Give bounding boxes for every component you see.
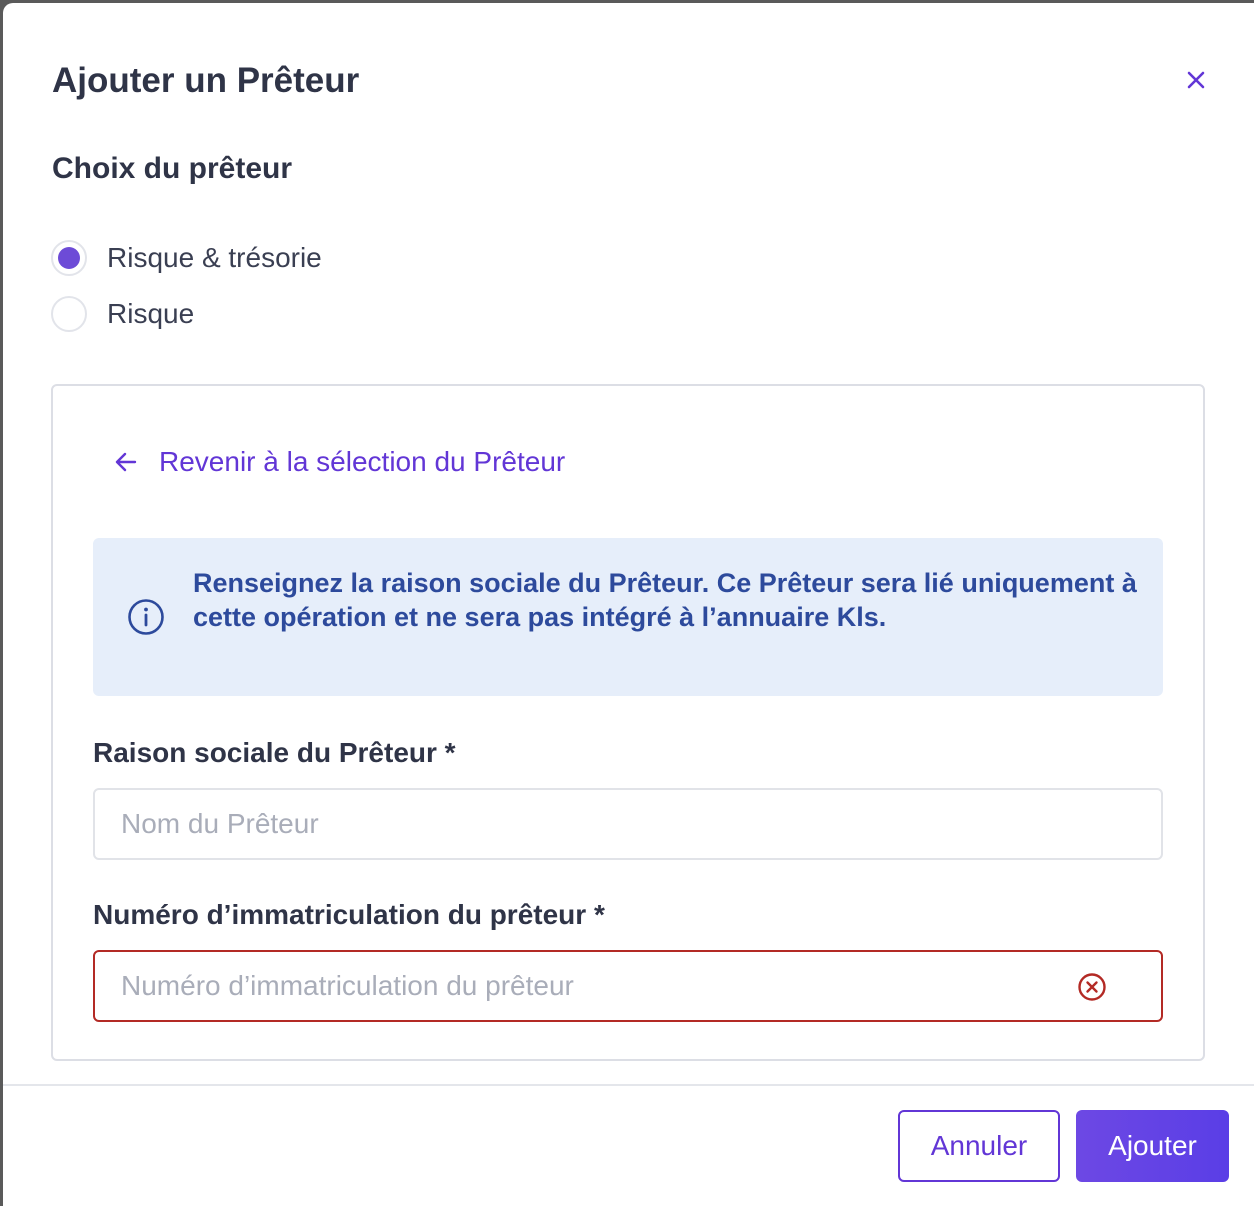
info-text: Renseignez la raison sociale du Prêteur.…: [193, 568, 1137, 632]
radio-label: Risque & trésorie: [107, 242, 322, 273]
modal-title: Ajouter un Prêteur: [52, 61, 360, 100]
radio-label: Risque: [107, 298, 195, 329]
company-name-input[interactable]: [93, 788, 1163, 860]
close-icon: [1187, 71, 1205, 89]
back-link-label: Revenir à la sélection du Prêteur: [159, 446, 566, 477]
close-button[interactable]: [1181, 65, 1211, 95]
cancel-button[interactable]: Annuler: [898, 1110, 1060, 1182]
info-banner: Renseignez la raison sociale du Prêteur.…: [93, 538, 1163, 696]
add-button[interactable]: Ajouter: [1076, 1110, 1229, 1182]
radio-dot: [58, 247, 80, 269]
radio-button[interactable]: [51, 296, 87, 332]
lender-choice-title: Choix du prêteur: [52, 152, 293, 185]
footer-divider: [3, 1084, 1254, 1086]
registration-number-input[interactable]: [93, 950, 1163, 1022]
company-name-label: Raison sociale du Prêteur *: [93, 737, 456, 768]
radio-option-risque-tresorie[interactable]: Risque & trésorie: [51, 240, 322, 276]
info-icon: [128, 599, 164, 635]
back-to-lender-selection-link[interactable]: Revenir à la sélection du Prêteur: [113, 444, 565, 480]
add-lender-modal: Ajouter un Prêteur Choix du prêteur Risq…: [3, 3, 1254, 1206]
lender-form-card: Revenir à la sélection du Prêteur Rensei…: [51, 384, 1205, 1061]
error-circle-icon: [1078, 973, 1106, 1001]
arrow-left-icon: [115, 452, 137, 472]
radio-option-risque[interactable]: Risque: [51, 296, 194, 332]
registration-number-label: Numéro d’immatriculation du prêteur *: [93, 899, 605, 930]
radio-button-selected[interactable]: [51, 240, 87, 276]
